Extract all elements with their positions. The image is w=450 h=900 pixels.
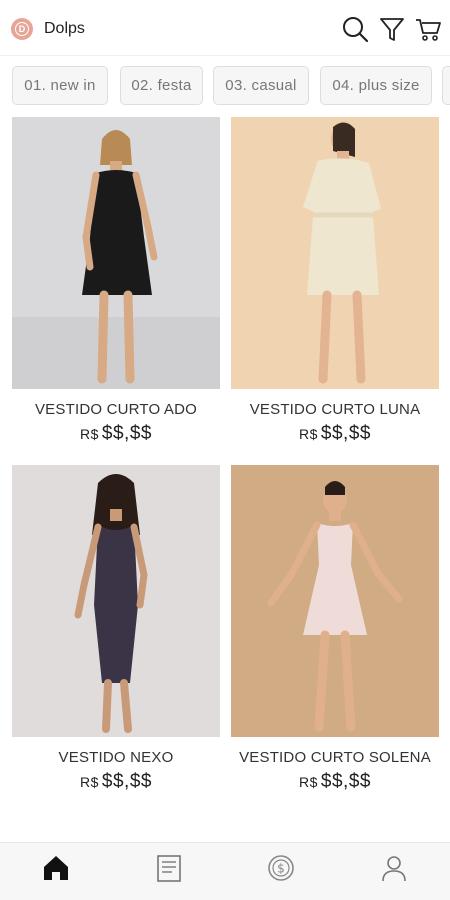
product-price-value: $$,$$ — [101, 423, 152, 444]
product-price: R$ $$,$$ — [231, 771, 439, 793]
product-card[interactable]: VESTIDO NEXO R$ $$,$$ — [12, 465, 220, 793]
logo-letter: D — [15, 22, 29, 36]
catalog-icon[interactable] — [154, 853, 184, 883]
category-tabs: 01. new in 02. festa 03. casual 04. plus… — [0, 66, 450, 106]
product-name[interactable]: VESTIDO CURTO LUNA — [231, 401, 439, 418]
category-chip-new-in[interactable]: 01. new in — [12, 66, 108, 105]
product-card[interactable]: VESTIDO CURTO SOLENA R$ $$,$$ — [231, 465, 439, 793]
svg-text:$: $ — [277, 862, 285, 876]
profile-icon[interactable] — [379, 853, 409, 883]
product-photo[interactable] — [12, 465, 220, 737]
product-price-value: $$,$$ — [320, 423, 371, 444]
cart-icon[interactable] — [414, 15, 442, 43]
home-icon[interactable] — [41, 853, 71, 883]
product-photo[interactable] — [12, 117, 220, 389]
app-logo[interactable]: D — [11, 18, 33, 40]
category-chip-casual[interactable]: 03. casual — [213, 66, 309, 105]
product-price: R$ $$,$$ — [12, 423, 220, 445]
product-photo[interactable] — [231, 465, 439, 737]
app-header: D Dolps — [0, 0, 450, 56]
product-price-value: $$,$$ — [101, 771, 152, 792]
category-chip-festa[interactable]: 02. festa — [120, 66, 203, 105]
product-photo[interactable] — [231, 117, 439, 389]
category-chip-more[interactable] — [442, 66, 450, 105]
category-chip-plus-size[interactable]: 04. plus size — [320, 66, 432, 105]
money-icon[interactable]: $ — [266, 853, 296, 883]
filter-icon[interactable] — [378, 15, 406, 43]
product-card[interactable]: VESTIDO CURTO ADO R$ $$,$$ — [12, 117, 220, 445]
product-currency: R$ — [80, 774, 99, 790]
product-currency: R$ — [299, 774, 318, 790]
product-price-value: $$,$$ — [320, 771, 371, 792]
product-price: R$ $$,$$ — [12, 771, 220, 793]
product-price: R$ $$,$$ — [231, 423, 439, 445]
product-name[interactable]: VESTIDO CURTO SOLENA — [231, 749, 439, 766]
product-name[interactable]: VESTIDO CURTO ADO — [12, 401, 220, 418]
app-title: Dolps — [44, 20, 85, 37]
product-name[interactable]: VESTIDO NEXO — [12, 749, 220, 766]
search-icon[interactable] — [341, 15, 369, 43]
product-card[interactable]: VESTIDO CURTO LUNA R$ $$,$$ — [231, 117, 439, 445]
bottom-navigation: $ — [0, 842, 450, 900]
product-currency: R$ — [80, 426, 99, 442]
product-currency: R$ — [299, 426, 318, 442]
